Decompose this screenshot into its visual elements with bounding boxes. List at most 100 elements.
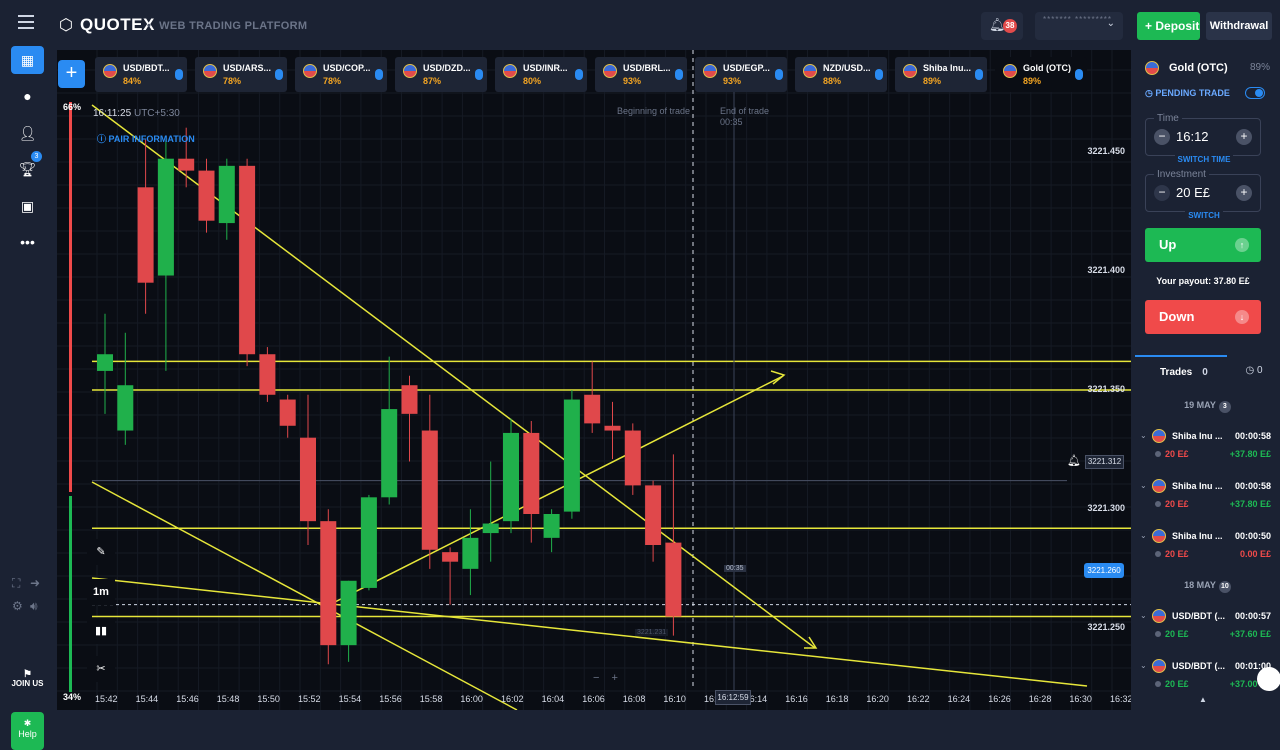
time-tick: 15:54 (338, 694, 362, 704)
selected-asset[interactable]: Gold (OTC) 89% (1145, 60, 1270, 76)
price-chart[interactable] (57, 50, 1131, 710)
trade-payout: +37.80 E£ (1229, 499, 1271, 509)
investment-minus-button[interactable]: − (1154, 185, 1170, 201)
status-dot-icon (1155, 631, 1161, 637)
asset-tab[interactable]: Gold (OTC) 89% (995, 57, 1087, 92)
chevron-down-icon[interactable]: ⌄ (1140, 431, 1147, 440)
switch-time-link[interactable]: SWITCH TIME (1146, 149, 1262, 167)
trade-history-row[interactable]: ⌄ USD/BDT (... 00:00:57 20 E£ +37.60 E£ (1135, 608, 1280, 648)
chevron-down-icon[interactable]: ⌄ (1140, 611, 1147, 620)
asset-tab[interactable]: USD/ARS... 78% (195, 57, 287, 92)
timeframe-button[interactable]: 1m (87, 579, 115, 605)
pair-information-label: PAIR INFORMATION (108, 134, 195, 144)
payout-info: Your payout: 37.80 E£ (1145, 276, 1261, 286)
asset-tab[interactable]: USD/BDT... 84% (95, 57, 187, 92)
share-icon[interactable]: ➜ (30, 576, 40, 590)
withdrawal-button[interactable]: Withdrawal (1206, 12, 1272, 40)
pair-information-link[interactable]: ⓘ PAIR INFORMATION (97, 132, 195, 145)
zoom-out-icon[interactable]: − (593, 672, 611, 684)
history-date-label: 18 MAY (1184, 580, 1216, 590)
payout-value: 37.80 E£ (1213, 276, 1250, 286)
asset-tab-name: NZD/USD... (823, 63, 871, 73)
time-minus-button[interactable]: − (1154, 129, 1170, 145)
up-button[interactable]: Up ↑ (1145, 228, 1261, 262)
market-icon[interactable]: ▣ (11, 192, 44, 220)
tab-trades[interactable]: Trades 0 (1135, 355, 1227, 387)
pin-icon[interactable] (475, 69, 483, 80)
asset-tab[interactable]: USD/BRL... 93% (595, 57, 687, 92)
investment-value[interactable]: 20 E£ (1176, 185, 1210, 200)
time-tick: 16:20 (866, 694, 889, 704)
trade-history-row[interactable]: ⌄ Shiba Inu ... 00:00:58 20 E£ +37.80 E£ (1135, 428, 1280, 468)
help-button[interactable]: ✱ Help (11, 712, 44, 750)
pin-icon[interactable] (1075, 69, 1083, 80)
asset-tab[interactable]: USD/COP... 78% (295, 57, 387, 92)
pin-icon[interactable] (675, 69, 683, 80)
pin-icon[interactable] (175, 69, 183, 80)
pin-icon[interactable] (275, 69, 283, 80)
status-dot-icon (1155, 501, 1161, 507)
add-asset-button[interactable]: + (58, 60, 85, 88)
asset-tab[interactable]: USD/DZD... 87% (395, 57, 487, 92)
price-alert-icon[interactable]: 🔔︎ (1067, 454, 1081, 467)
candle-body (462, 537, 479, 569)
pin-icon[interactable] (775, 69, 783, 80)
menu-icon[interactable] (18, 15, 34, 29)
tab-pending[interactable]: ◷ 0 (1233, 355, 1275, 387)
asset-tab[interactable]: NZD/USD... 88% (795, 57, 887, 92)
asset-tab[interactable]: USD/INR... 80% (495, 57, 587, 92)
trophy-icon[interactable]: 🏆︎ 3 (11, 151, 44, 183)
asset-flag-icon (1152, 429, 1166, 443)
support-chat-icon[interactable]: ● (11, 82, 44, 110)
notifications-button[interactable]: 🔔︎ 38 (981, 12, 1023, 40)
time-tick: 16:30 (1069, 694, 1092, 704)
pin-icon[interactable] (575, 69, 583, 80)
time-tick: 15:44 (135, 694, 159, 704)
chart-type-icon[interactable]: ▮▮ (87, 618, 115, 644)
price-tick: 3221.400 (1087, 264, 1125, 275)
investment-plus-button[interactable]: + (1236, 185, 1252, 201)
asset-tab[interactable]: USD/EGP... 93% (695, 57, 787, 92)
down-button[interactable]: Down ↓ (1145, 300, 1261, 334)
candle-body (482, 523, 499, 534)
more-icon[interactable]: ••• (11, 228, 44, 256)
time-plus-button[interactable]: + (1236, 129, 1252, 145)
asset-tab-percent: 87% (423, 76, 442, 86)
chart-icon[interactable]: ▦ (11, 46, 44, 74)
time-value[interactable]: 16:12 (1176, 129, 1209, 144)
time-tick: 16:24 (947, 694, 971, 704)
trade-history-row[interactable]: ⌄ Shiba Inu ... 00:00:50 20 E£ 0.00 E£ (1135, 528, 1280, 568)
account-selector[interactable]: ******* ********* ⌄ (1035, 12, 1123, 40)
investment-field[interactable]: Investment − 20 E£ + SWITCH (1145, 169, 1261, 220)
sound-icon[interactable]: 🔊︎ (30, 599, 38, 614)
trade-history-row[interactable]: ⌄ Shiba Inu ... 00:00:58 20 E£ +37.80 E£ (1135, 478, 1280, 518)
time-field[interactable]: Time − 16:12 + SWITCH TIME (1145, 113, 1261, 164)
trade-amount: 20 E£ (1165, 499, 1189, 509)
pin-icon[interactable] (875, 69, 883, 80)
pin-icon[interactable] (975, 69, 983, 80)
scroll-up-icon[interactable]: ▲ (1199, 695, 1207, 704)
asset-tab[interactable]: Shiba Inu... 89% (895, 57, 987, 92)
deposit-button[interactable]: + Deposit (1137, 12, 1200, 40)
pending-trade-row[interactable]: ◷ PENDING TRADE (1145, 87, 1265, 99)
chart-area[interactable]: + USD/BDT... 84% USD/ARS... 78% USD/COP... 78… (57, 50, 1131, 710)
settings-icon[interactable]: ⚙ (12, 599, 23, 613)
switch-currency-link[interactable]: SWITCH (1146, 205, 1262, 223)
zoom-controls[interactable]: −+ (593, 672, 630, 684)
fullscreen-icon[interactable]: ⛶ (12, 576, 20, 591)
pencil-icon[interactable]: ✎ (87, 539, 115, 565)
zoom-in-icon[interactable]: + (611, 672, 629, 684)
time-tick: 16:04 (541, 694, 565, 704)
server-clock: 16:11:25 UTC+5:30 (93, 108, 180, 119)
chevron-down-icon[interactable]: ⌄ (1140, 661, 1147, 670)
pending-trade-toggle[interactable] (1245, 87, 1265, 99)
chevron-down-icon[interactable]: ⌄ (1140, 481, 1147, 490)
indicators-icon[interactable]: ✂ (87, 656, 115, 682)
current-time-label: 16:12:59 (715, 690, 751, 705)
candle-body (157, 158, 174, 276)
user-icon[interactable]: 👤︎ (11, 119, 44, 147)
pin-icon[interactable] (375, 69, 383, 80)
chevron-down-icon[interactable]: ⌄ (1140, 531, 1147, 540)
candle-body (300, 437, 316, 522)
join-us-button[interactable]: ⚑ JOIN US (11, 668, 44, 704)
